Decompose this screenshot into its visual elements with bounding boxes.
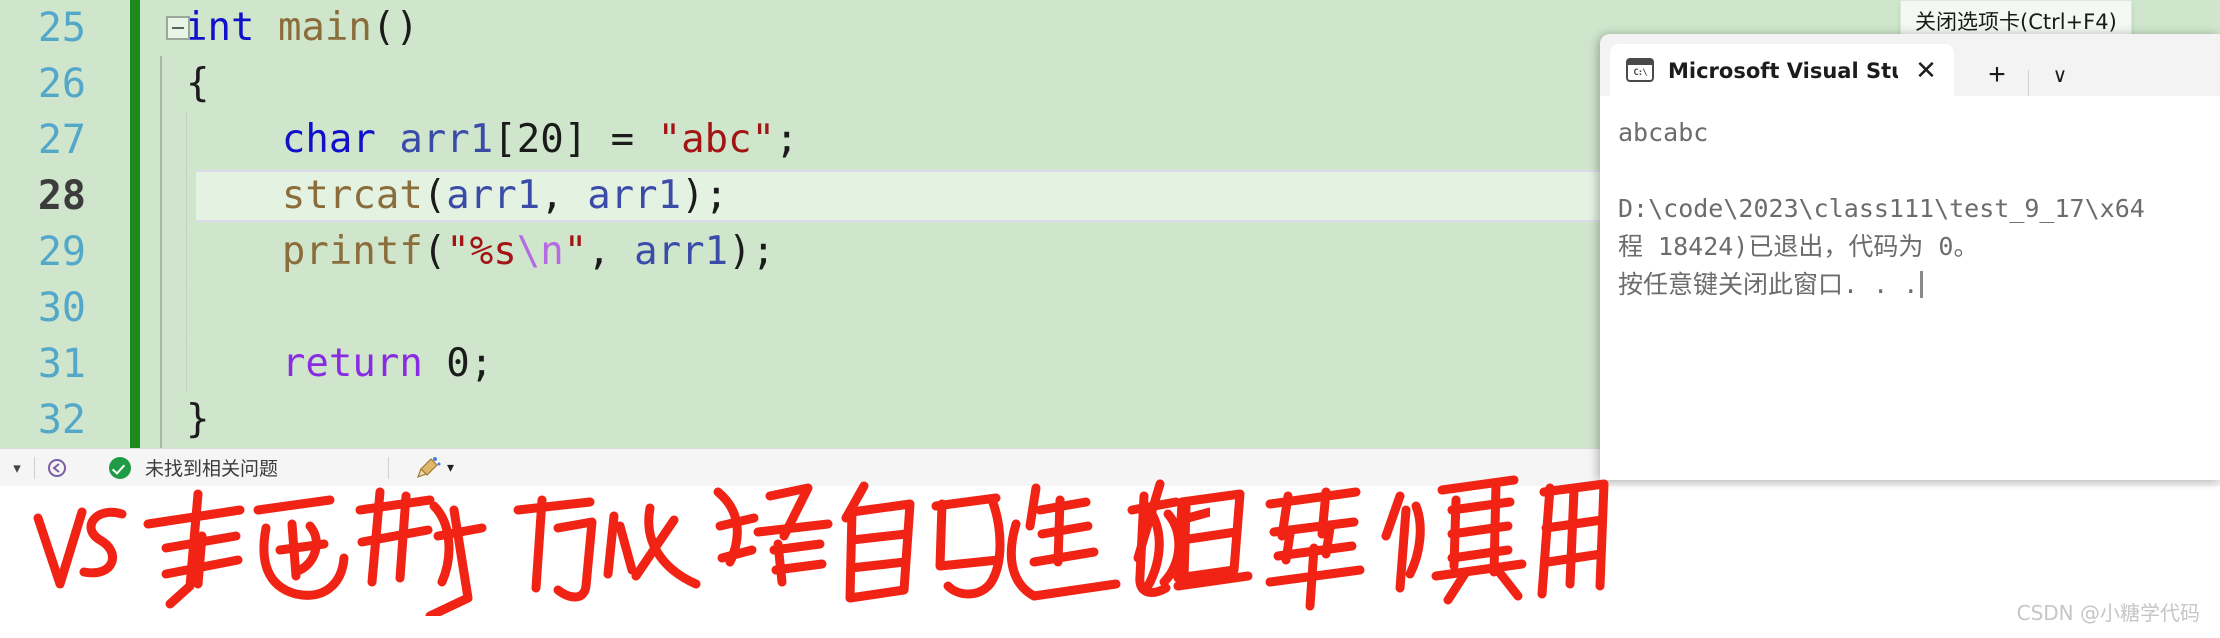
- console-output-blank: [1618, 152, 2220, 190]
- console-tab-title: Microsoft Visual Studio 调试扣: [1668, 59, 1898, 83]
- indent-guide: [186, 280, 188, 336]
- change-indicator-bar: [130, 224, 140, 280]
- change-indicator-bar: [130, 280, 140, 336]
- tabbar-divider: [2028, 70, 2029, 96]
- handwritten-annotation: [30, 466, 1215, 621]
- gutter-gap: [140, 224, 160, 280]
- structure-guide-line: [160, 336, 162, 392]
- structure-guide-line: [160, 224, 162, 280]
- line-number: 30: [37, 285, 86, 331]
- new-tab-button[interactable]: +: [1976, 54, 2018, 96]
- code-cleanup-control[interactable]: ▾: [415, 456, 454, 480]
- gutter-gap: [140, 392, 160, 448]
- gutter-gap: [140, 112, 160, 168]
- line-number: 26: [37, 61, 86, 107]
- status-dropdown-caret-icon[interactable]: ▾: [0, 459, 34, 477]
- csdn-watermark: CSDN @小糖学代码: [2016, 601, 2200, 625]
- status-divider-2: [388, 456, 390, 479]
- console-output-line: 按任意键关闭此窗口. . .: [1618, 270, 1919, 299]
- code-cleanup-caret-icon[interactable]: ▾: [447, 459, 454, 476]
- collapse-toggle-icon[interactable]: [166, 16, 190, 40]
- gutter-gap: [140, 168, 160, 224]
- console-output-line: D:\code\2023\class111\test_9_17\x64: [1618, 194, 2145, 223]
- line-number: 32: [37, 397, 86, 443]
- code-text: int main(): [184, 5, 419, 50]
- gutter-gap: [140, 280, 160, 336]
- gutter-gap: [140, 336, 160, 392]
- issues-status-label: 未找到相关问题: [145, 458, 279, 480]
- line-number: 31: [37, 341, 86, 387]
- code-cleanup-icon: [416, 456, 441, 478]
- code-text: return 0;: [281, 341, 494, 386]
- console-output[interactable]: abcabc D:\code\2023\class111\test_9_17\x6…: [1600, 96, 2220, 304]
- line-number: 28: [37, 173, 86, 219]
- console-window[interactable]: C:\ Microsoft Visual Studio 调试扣 ✕ + ∨ ab…: [1600, 34, 2220, 480]
- handwritten-annotation-2: [1130, 466, 1650, 616]
- structure-guide-line: [160, 112, 162, 168]
- code-text: {: [186, 61, 210, 106]
- change-indicator-bar: [130, 56, 140, 112]
- console-tab-bar: C:\ Microsoft Visual Studio 调试扣 ✕ + ∨: [1600, 34, 2220, 96]
- structure-guide-line: [160, 280, 162, 336]
- change-indicator-bar: [130, 392, 140, 448]
- change-indicator-bar: [130, 168, 140, 224]
- code-text: }: [186, 397, 210, 442]
- close-icon: ✕: [1915, 54, 1937, 85]
- gutter-gap: [140, 0, 160, 56]
- code-text: printf("%s\n", arr1);: [281, 229, 776, 274]
- console-output-line: abcabc: [1618, 118, 1709, 147]
- console-output-line: 程 18424)已退出，代码为 0。: [1618, 232, 1979, 261]
- line-number: 27: [37, 117, 86, 163]
- structure-guide-line: [160, 392, 162, 448]
- chevron-down-icon[interactable]: ∨: [2039, 54, 2081, 96]
- console-tab[interactable]: C:\ Microsoft Visual Studio 调试扣 ✕: [1610, 44, 1954, 96]
- console-caret: [1920, 271, 1924, 298]
- no-issues-check-icon: [109, 456, 131, 479]
- console-app-icon-label: C:\: [1633, 67, 1647, 78]
- structure-guide-line: [160, 168, 162, 224]
- console-app-icon: C:\: [1626, 58, 1654, 82]
- line-number: 25: [37, 5, 86, 51]
- console-output-line-with-caret: 按任意键关闭此窗口. . .: [1618, 266, 2220, 304]
- gutter-gap: [140, 56, 160, 112]
- navigate-backward-icon[interactable]: [35, 456, 79, 480]
- structure-guide-line: [160, 56, 162, 112]
- code-text: strcat(arr1, arr1);: [281, 173, 729, 218]
- code-text: char arr1[20] = "abc";: [281, 117, 799, 162]
- change-indicator-bar: [130, 112, 140, 168]
- close-tab-button[interactable]: ✕: [1906, 50, 1946, 90]
- change-indicator-bar: [130, 336, 140, 392]
- change-indicator-bar: [130, 0, 140, 56]
- line-number: 29: [37, 229, 86, 275]
